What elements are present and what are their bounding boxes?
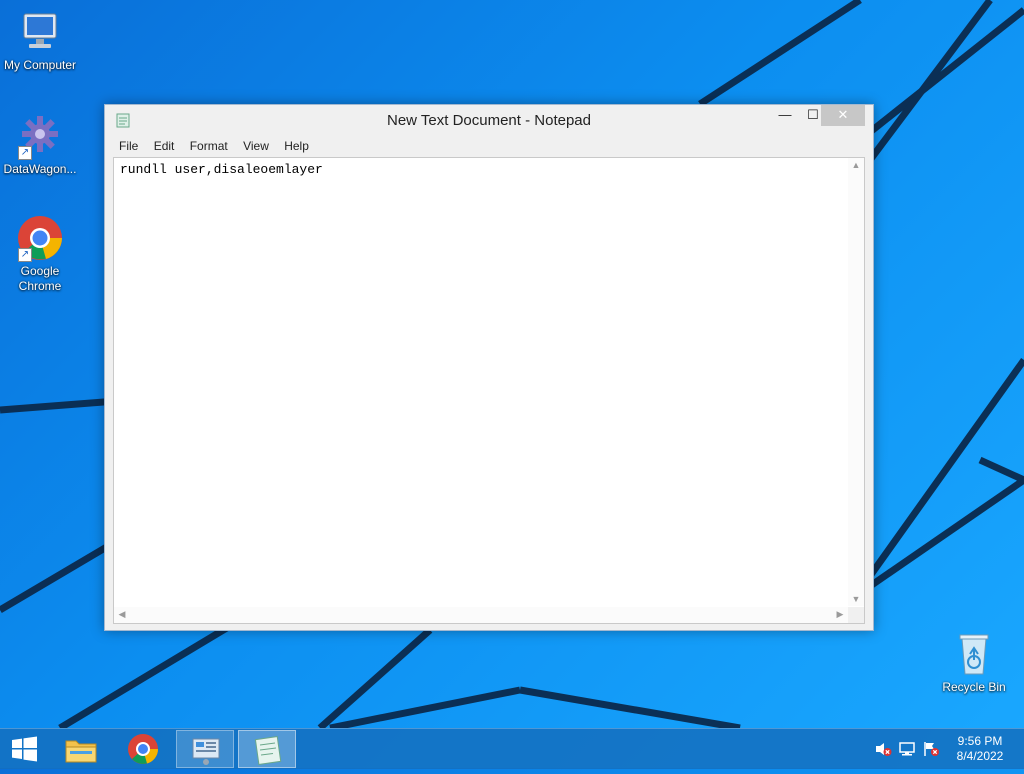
menu-view[interactable]: View — [237, 136, 275, 153]
start-icon — [12, 736, 37, 762]
scroll-down-arrow-icon[interactable]: ▼ — [848, 594, 864, 604]
taskbar-notepad[interactable] — [238, 730, 296, 768]
system-tray — [868, 729, 948, 769]
file-explorer-icon — [65, 740, 97, 763]
shortcut-arrow-icon: ↗ — [18, 146, 32, 160]
menu-bar: File Edit Format View Help — [113, 136, 865, 156]
desktop-icon-label: My Computer — [3, 58, 77, 72]
notepad-icon — [254, 736, 282, 765]
network-icon[interactable] — [898, 741, 916, 757]
desktop-icon-label: DataWagon... — [3, 162, 77, 176]
size-grip[interactable] — [848, 607, 864, 623]
recycle-bin-icon — [950, 630, 998, 678]
menu-file[interactable]: File — [113, 136, 144, 153]
taskbar-chrome[interactable] — [114, 730, 172, 768]
taskbar-clock[interactable]: 9:56 PM 8/4/2022 — [948, 734, 1012, 764]
title-bar[interactable]: New Text Document - Notepad — ☐ ✕ — [105, 105, 873, 135]
desktop-icon-datawagon[interactable]: ↗ DataWagon... — [0, 112, 80, 177]
control-panel-icon — [192, 738, 220, 765]
shortcut-arrow-icon: ↗ — [18, 248, 32, 262]
editor-text[interactable]: rundll user,disaleoemlayer — [120, 162, 323, 177]
chrome-icon — [128, 734, 159, 764]
desktop-icon-google-chrome[interactable]: ↗ Google Chrome — [0, 214, 80, 294]
desktop-icon-label: Recycle Bin — [942, 680, 1006, 694]
scroll-up-arrow-icon[interactable]: ▲ — [848, 160, 864, 170]
desktop-icon-label: Google Chrome — [18, 264, 62, 293]
datawagon-icon: ↗ — [16, 112, 64, 160]
clock-date: 8/4/2022 — [956, 749, 1004, 763]
notepad-window[interactable]: New Text Document - Notepad — ☐ ✕ File E… — [104, 104, 874, 631]
horizontal-scrollbar[interactable]: ◀ ▶ — [114, 607, 848, 623]
volume-muted-icon[interactable] — [874, 741, 892, 757]
scroll-right-arrow-icon[interactable]: ▶ — [832, 609, 848, 620]
vertical-scrollbar[interactable]: ▲ ▼ — [848, 158, 864, 606]
desktop-icon-recycle-bin[interactable]: Recycle Bin — [934, 630, 1014, 695]
clock-time: 9:56 PM — [957, 734, 1003, 748]
chrome-icon: ↗ — [16, 214, 64, 262]
action-center-flag-icon[interactable] — [922, 741, 940, 757]
menu-format[interactable]: Format — [184, 136, 234, 153]
window-title: New Text Document - Notepad — [387, 112, 591, 129]
taskbar: 9:56 PM 8/4/2022 — [0, 728, 1024, 769]
close-button[interactable]: ✕ — [821, 105, 865, 126]
desktop-icon-my-computer[interactable]: My Computer — [0, 8, 80, 73]
computer-icon — [16, 8, 64, 56]
text-editor-area[interactable]: rundll user,disaleoemlayer ▲ ▼ ◀ ▶ — [113, 157, 865, 624]
menu-help[interactable]: Help — [278, 136, 315, 153]
taskbar-control-panel[interactable] — [176, 730, 234, 768]
minimize-button[interactable]: — — [771, 105, 799, 126]
start-button[interactable] — [0, 730, 50, 768]
scroll-left-arrow-icon[interactable]: ◀ — [114, 609, 130, 620]
menu-edit[interactable]: Edit — [148, 136, 181, 153]
taskbar-file-explorer[interactable] — [52, 730, 110, 768]
